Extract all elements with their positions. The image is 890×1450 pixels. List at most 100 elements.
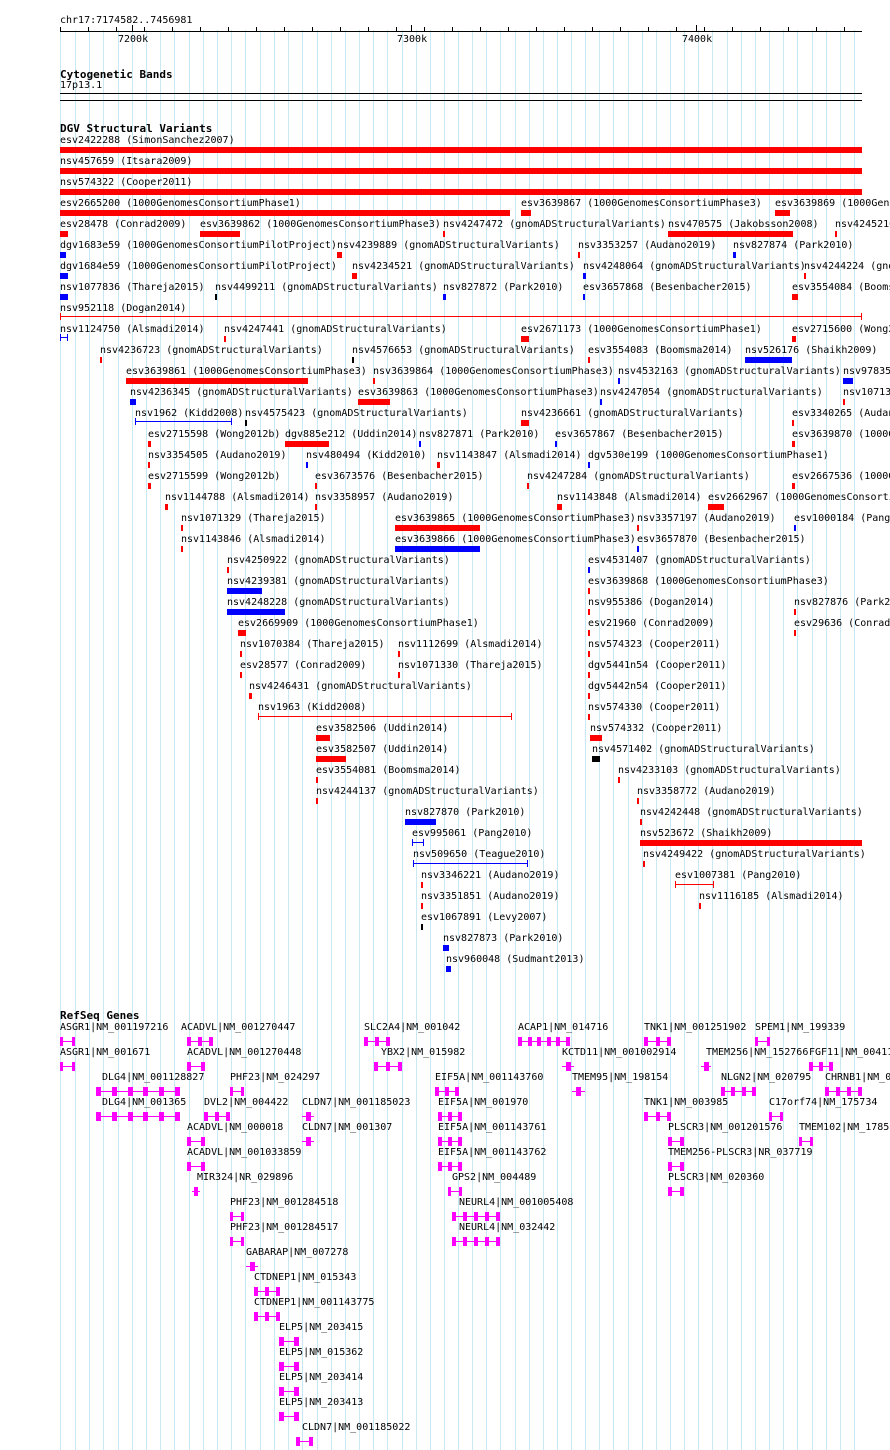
variant-bar[interactable] xyxy=(637,546,639,552)
gene-label[interactable]: ELP5|NM_203415 xyxy=(279,1322,363,1334)
variant-bar[interactable] xyxy=(588,357,590,363)
variant-bar[interactable] xyxy=(794,609,796,615)
variant-label[interactable]: nsv4247284 (gnomADStructuralVariants) xyxy=(527,471,750,483)
variant-bar[interactable] xyxy=(421,924,423,930)
variant-bar[interactable] xyxy=(794,525,796,531)
variant-bar[interactable] xyxy=(792,441,795,447)
gene-label[interactable]: FGF11|NM_004112 xyxy=(809,1047,890,1059)
gene-label[interactable]: PHF23|NM_001284517 xyxy=(230,1222,338,1234)
variant-bar[interactable] xyxy=(804,273,806,279)
variant-bar[interactable] xyxy=(668,231,793,237)
variant-label[interactable]: esv3554083 (Boomsma2014) xyxy=(588,345,733,357)
gene-model[interactable] xyxy=(230,1212,244,1221)
gene-label[interactable]: TMEM102|NM_178518 xyxy=(799,1122,890,1134)
variant-bar[interactable] xyxy=(135,421,232,422)
variant-bar[interactable] xyxy=(373,378,375,384)
variant-bar[interactable] xyxy=(588,462,590,468)
variant-bar[interactable] xyxy=(699,903,701,909)
variant-label[interactable]: nsv955386 (Dogan2014) xyxy=(588,597,714,609)
gene-label[interactable]: PLSCR3|NM_001201576 xyxy=(668,1122,782,1134)
variant-label[interactable]: nsv4247472 (gnomADStructuralVariants) xyxy=(443,219,666,231)
variant-bar[interactable] xyxy=(316,777,318,783)
variant-bar[interactable] xyxy=(590,735,602,741)
variant-label[interactable]: esv3639862 (1000GenomesConsortiumPhase3) xyxy=(200,219,441,231)
gene-model[interactable] xyxy=(809,1062,833,1071)
gene-model[interactable] xyxy=(644,1037,671,1046)
variant-label[interactable]: esv3582507 (Uddin2014) xyxy=(316,744,448,756)
gene-label[interactable]: DLG4|NM_001128827 xyxy=(102,1072,204,1084)
variant-label[interactable]: esv3639867 (1000GenomesConsortiumPhase3) xyxy=(521,198,762,210)
gene-model[interactable] xyxy=(364,1037,390,1046)
gene-label[interactable]: C17orf74|NM_175734 xyxy=(769,1097,877,1109)
variant-label[interactable]: nsv4236723 (gnomADStructuralVariants) xyxy=(100,345,323,357)
variant-bar[interactable] xyxy=(446,966,451,972)
variant-label[interactable]: dgv1684e59 (1000GenomesConsortiumPilotPr… xyxy=(60,261,337,273)
variant-bar[interactable] xyxy=(60,210,510,216)
variant-bar[interactable] xyxy=(181,525,183,531)
variant-label[interactable]: dgv885e212 (Uddin2014) xyxy=(285,429,417,441)
gene-model[interactable] xyxy=(254,1312,280,1321)
gene-model[interactable] xyxy=(721,1087,756,1096)
variant-bar[interactable] xyxy=(708,504,724,510)
variant-label[interactable]: esv1067891 (Levy2007) xyxy=(421,912,547,924)
gene-model[interactable] xyxy=(668,1137,684,1146)
variant-bar[interactable] xyxy=(130,399,136,405)
variant-label[interactable]: nsv3351851 (Audano2019) xyxy=(421,891,559,903)
variant-label[interactable]: nsv4248064 (gnomADStructuralVariants) xyxy=(583,261,806,273)
variant-bar[interactable] xyxy=(843,399,845,405)
gene-label[interactable]: ELP5|NM_015362 xyxy=(279,1347,363,1359)
variant-bar[interactable] xyxy=(794,630,796,636)
variant-label[interactable]: esv28478 (Conrad2009) xyxy=(60,219,186,231)
variant-label[interactable]: nsv3346221 (Audano2019) xyxy=(421,870,559,882)
variant-bar[interactable] xyxy=(181,546,183,552)
gene-model[interactable] xyxy=(254,1287,280,1296)
gene-label[interactable]: ACADVL|NM_001033859 xyxy=(187,1147,301,1159)
gene-model[interactable] xyxy=(296,1437,313,1446)
variant-bar[interactable] xyxy=(588,714,590,720)
variant-label[interactable]: nsv4244224 (gnomADStructuralVariants) xyxy=(804,261,890,273)
variant-label[interactable]: esv3657867 (Besenbacher2015) xyxy=(555,429,724,441)
gene-label[interactable]: SLC2A4|NM_001042 xyxy=(364,1022,460,1034)
variant-bar[interactable] xyxy=(60,189,862,195)
variant-label[interactable]: esv2669909 (1000GenomesConsortiumPhase1) xyxy=(238,618,479,630)
variant-label[interactable]: dgv530e199 (1000GenomesConsortiumPhase1) xyxy=(588,450,829,462)
gene-model[interactable] xyxy=(246,1262,258,1271)
variant-label[interactable]: nsv1071330 (Thareja2015) xyxy=(398,660,543,672)
gene-label[interactable]: ACAP1|NM_014716 xyxy=(518,1022,608,1034)
gene-label[interactable]: GABARAP|NM_007278 xyxy=(246,1247,348,1259)
variant-label[interactable]: nsv509650 (Teague2010) xyxy=(413,849,545,861)
variant-label[interactable]: esv1007381 (Pang2010) xyxy=(675,870,801,882)
gene-label[interactable]: TNK1|NM_003985 xyxy=(644,1097,728,1109)
variant-bar[interactable] xyxy=(200,231,240,237)
variant-label[interactable]: nsv526176 (Shaikh2009) xyxy=(745,345,877,357)
variant-bar[interactable] xyxy=(227,588,262,594)
variant-label[interactable]: esv2667536 (1000GenomesConsortiumPhase1) xyxy=(792,471,890,483)
gene-model[interactable] xyxy=(799,1137,813,1146)
variant-bar[interactable] xyxy=(443,231,445,237)
gene-model[interactable] xyxy=(279,1362,299,1371)
variant-bar[interactable] xyxy=(419,441,421,447)
variant-bar[interactable] xyxy=(258,716,512,717)
variant-label[interactable]: nsv4571402 (gnomADStructuralVariants) xyxy=(592,744,815,756)
gene-label[interactable]: PHF23|NM_001284518 xyxy=(230,1197,338,1209)
variant-label[interactable]: esv3639865 (1000GenomesConsortiumPhase3) xyxy=(395,513,636,525)
gene-model[interactable] xyxy=(279,1412,299,1421)
variant-bar[interactable] xyxy=(60,231,68,237)
variant-bar[interactable] xyxy=(60,168,862,174)
variant-label[interactable]: nsv1116185 (Alsmadi2014) xyxy=(699,891,844,903)
variant-label[interactable]: nsv3357197 (Audano2019) xyxy=(637,513,775,525)
variant-bar[interactable] xyxy=(245,420,247,426)
gene-model[interactable] xyxy=(438,1137,462,1146)
variant-bar[interactable] xyxy=(583,294,585,300)
variant-bar[interactable] xyxy=(60,147,862,153)
variant-bar[interactable] xyxy=(745,357,792,363)
variant-label[interactable]: nsv3358957 (Audano2019) xyxy=(315,492,453,504)
variant-bar[interactable] xyxy=(227,609,285,615)
variant-label[interactable]: esv2422288 (SimonSanchez2007) xyxy=(60,135,235,147)
variant-bar[interactable] xyxy=(227,567,229,573)
gene-label[interactable]: NEURL4|NM_001005408 xyxy=(459,1197,573,1209)
gene-label[interactable]: CHRNB1|NM_000747 xyxy=(825,1072,890,1084)
gene-label[interactable]: ACADVL|NM_000018 xyxy=(187,1122,283,1134)
gene-label[interactable]: YBX2|NM_015982 xyxy=(381,1047,465,1059)
variant-label[interactable]: nsv3358772 (Audano2019) xyxy=(637,786,775,798)
